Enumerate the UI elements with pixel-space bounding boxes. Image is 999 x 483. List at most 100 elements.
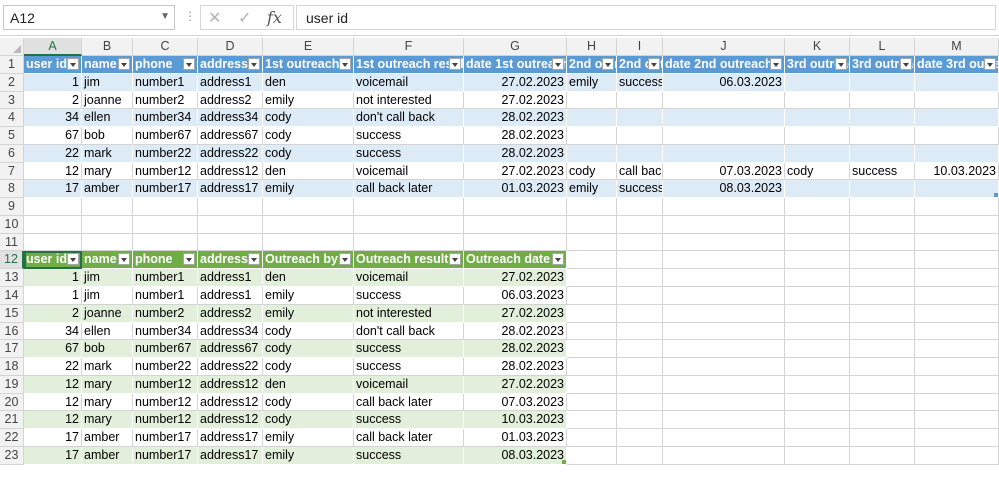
table1-cell[interactable]: 10.03.2023	[915, 162, 999, 181]
row-header-20[interactable]: 20	[0, 393, 24, 412]
table1-cell[interactable]: number2	[133, 91, 198, 110]
table1-cell[interactable]: 07.03.2023	[663, 162, 785, 181]
grid-cell[interactable]	[354, 215, 464, 234]
table2-cell[interactable]: mark	[82, 358, 133, 376]
grid-cell[interactable]	[663, 251, 785, 270]
table1-cell[interactable]: jim	[82, 73, 133, 92]
table1-cell[interactable]	[915, 180, 999, 199]
grid-cell[interactable]	[850, 411, 915, 430]
grid-cell[interactable]	[567, 269, 617, 287]
table1-cell[interactable]: call back later	[617, 162, 663, 181]
column-header-i[interactable]: I	[617, 38, 663, 56]
table2-cell[interactable]: 12	[24, 375, 82, 394]
table2-cell[interactable]: 27.02.2023	[464, 304, 567, 323]
grid-cell[interactable]	[617, 358, 663, 376]
grid-cell[interactable]	[915, 251, 999, 270]
table1-cell[interactable]: 2	[24, 91, 82, 110]
column-header-b[interactable]: B	[82, 38, 133, 56]
table1-cell[interactable]: 27.02.2023	[464, 162, 567, 181]
table1-header-cell[interactable]: 1st outreach	[263, 56, 354, 74]
grid-cell[interactable]	[850, 233, 915, 252]
row-header-6[interactable]: 6	[0, 144, 24, 163]
table1-cell[interactable]: success	[354, 144, 464, 163]
table1-cell[interactable]	[617, 127, 663, 145]
grid-cell[interactable]	[785, 198, 850, 216]
grid-cell[interactable]	[617, 429, 663, 447]
grid-cell[interactable]	[663, 233, 785, 252]
filter-dropdown-icon[interactable]	[118, 58, 130, 70]
table1-cell[interactable]: 28.02.2023	[464, 127, 567, 145]
table2-cell[interactable]: success	[354, 287, 464, 305]
table2-cell[interactable]: ellen	[82, 322, 133, 341]
grid-cell[interactable]	[567, 198, 617, 216]
column-header-j[interactable]: J	[663, 38, 785, 56]
row-header-19[interactable]: 19	[0, 375, 24, 394]
grid-cell[interactable]	[617, 340, 663, 359]
table1-cell[interactable]: 67	[24, 127, 82, 145]
table1-cell[interactable]: 27.02.2023	[464, 73, 567, 92]
row-header-22[interactable]: 22	[0, 429, 24, 447]
grid-cell[interactable]	[850, 287, 915, 305]
grid-cell[interactable]	[915, 304, 999, 323]
grid-cell[interactable]	[785, 393, 850, 412]
table2-cell[interactable]: number67	[133, 340, 198, 359]
table1-header-cell[interactable]: 3rd outreach result	[850, 56, 915, 74]
grid-cell[interactable]	[850, 429, 915, 447]
grid-cell[interactable]	[850, 375, 915, 394]
checkmark-icon[interactable]: ✓	[238, 8, 251, 28]
grid-cell[interactable]	[567, 322, 617, 341]
table2-cell[interactable]: number12	[133, 393, 198, 412]
grid-cell[interactable]	[915, 322, 999, 341]
table2-cell[interactable]: 28.02.2023	[464, 358, 567, 376]
table1-cell[interactable]	[850, 144, 915, 163]
table2-cell[interactable]: voicemail	[354, 375, 464, 394]
grid-cell[interactable]	[663, 429, 785, 447]
table1-cell[interactable]	[915, 127, 999, 145]
table2-cell[interactable]: joanne	[82, 304, 133, 323]
table1-cell[interactable]	[915, 91, 999, 110]
table1-cell[interactable]: den	[263, 162, 354, 181]
grid-cell[interactable]	[850, 322, 915, 341]
table2-cell[interactable]: address17	[198, 446, 263, 465]
table1-cell[interactable]: address17	[198, 180, 263, 199]
grid-cell[interactable]	[567, 393, 617, 412]
table1-cell[interactable]: 06.03.2023	[663, 73, 785, 92]
table2-cell[interactable]: 1	[24, 269, 82, 287]
table2-cell[interactable]: cody	[263, 358, 354, 376]
grid-cell[interactable]	[785, 375, 850, 394]
table2-cell[interactable]: address12	[198, 375, 263, 394]
grid-cell[interactable]	[617, 269, 663, 287]
table1-cell[interactable]	[567, 127, 617, 145]
table1-cell[interactable]: emily	[263, 91, 354, 110]
filter-dropdown-icon[interactable]	[248, 253, 260, 266]
table2-cell[interactable]: den	[263, 375, 354, 394]
table2-cell[interactable]: 22	[24, 358, 82, 376]
grid-cell[interactable]	[617, 322, 663, 341]
filter-dropdown-icon[interactable]	[984, 58, 996, 70]
column-header-g[interactable]: G	[464, 38, 567, 56]
row-header-4[interactable]: 4	[0, 109, 24, 128]
table2-cell[interactable]: address22	[198, 358, 263, 376]
table1-cell[interactable]	[663, 109, 785, 128]
table2-cell[interactable]: 28.02.2023	[464, 340, 567, 359]
table1-cell[interactable]	[785, 127, 850, 145]
name-box[interactable]: A12 ▼	[3, 5, 175, 30]
table2-cell[interactable]: number1	[133, 287, 198, 305]
table2-cell[interactable]: address17	[198, 429, 263, 447]
grid-cell[interactable]	[567, 358, 617, 376]
grid-cell[interactable]	[785, 429, 850, 447]
grid-cell[interactable]	[663, 358, 785, 376]
row-header-12[interactable]: 12	[0, 251, 24, 270]
table2-cell[interactable]: 12	[24, 411, 82, 430]
table1-cell[interactable]: 01.03.2023	[464, 180, 567, 199]
grid-cell[interactable]	[198, 198, 263, 216]
table2-cell[interactable]: cody	[263, 340, 354, 359]
table2-cell[interactable]: address12	[198, 411, 263, 430]
table1-cell[interactable]	[785, 109, 850, 128]
column-header-h[interactable]: H	[567, 38, 617, 56]
grid-cell[interactable]	[82, 215, 133, 234]
grid-cell[interactable]	[663, 287, 785, 305]
grid-cell[interactable]	[464, 198, 567, 216]
filter-dropdown-icon[interactable]	[602, 58, 614, 70]
table1-header-cell[interactable]: address	[198, 56, 263, 74]
